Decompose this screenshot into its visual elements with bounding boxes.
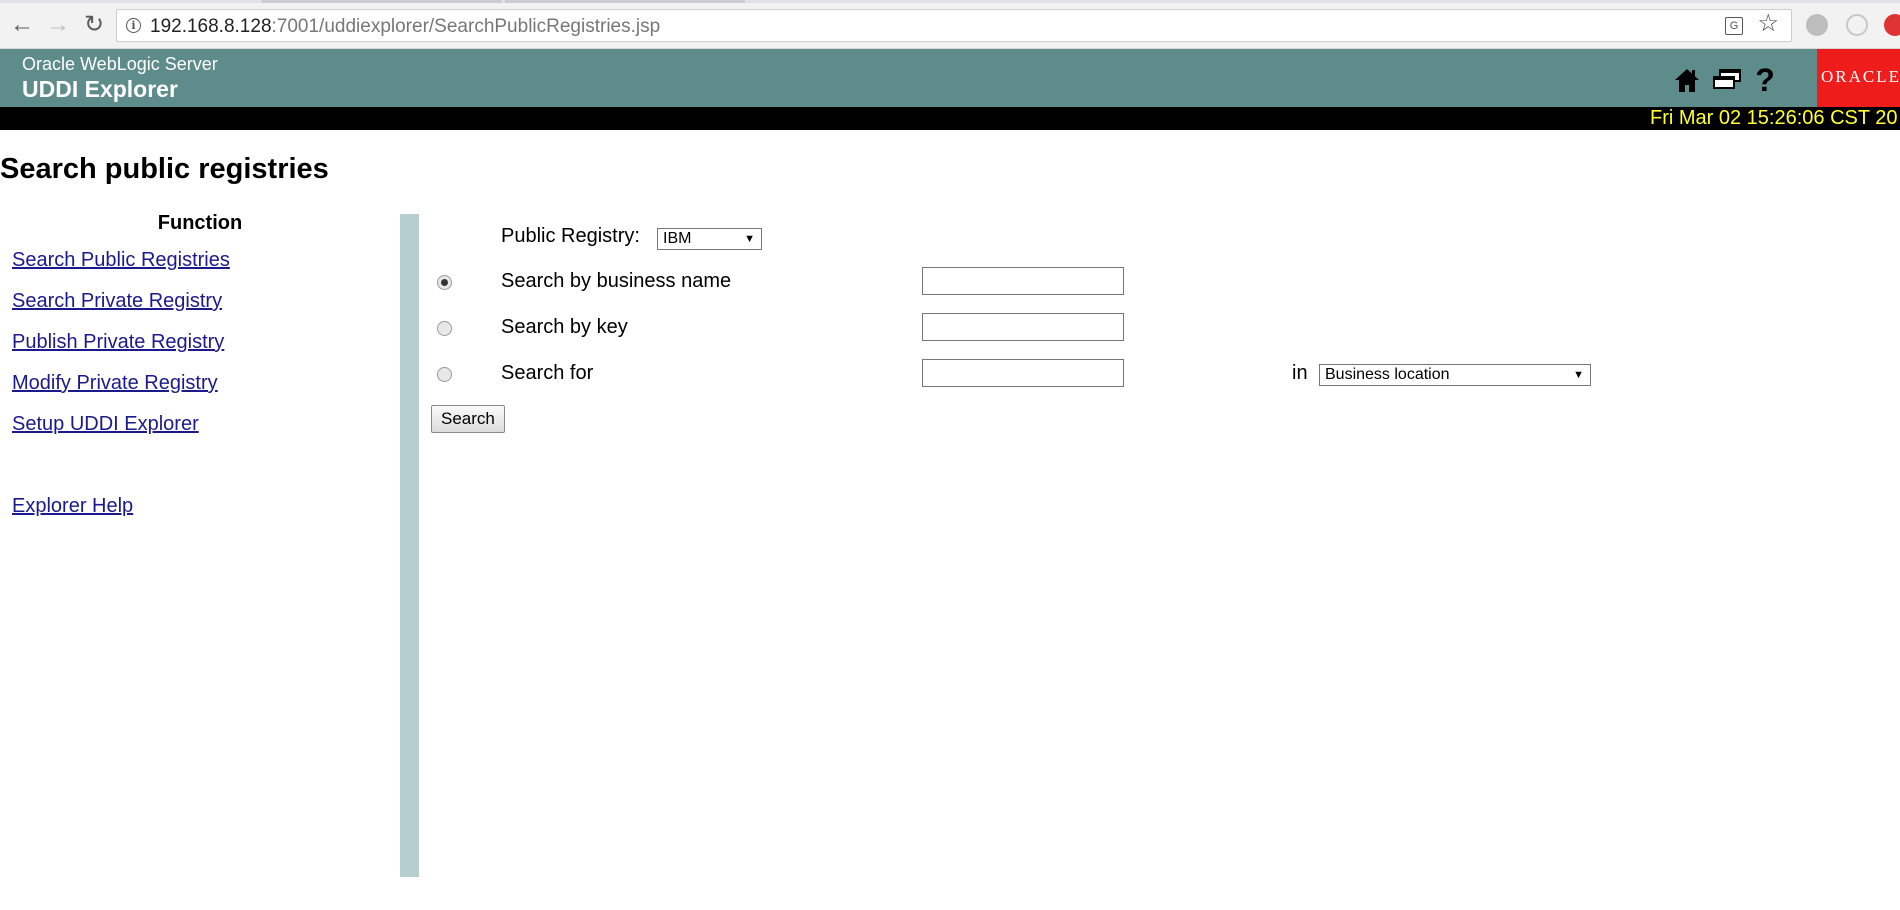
page-title: Search public registries [0, 153, 329, 185]
address-bar[interactable]: i 192.168.8.128:7001/uddiexplorer/Search… [116, 9, 1792, 42]
extension-globe-icon[interactable] [1806, 14, 1828, 36]
help-icon[interactable]: ? [1748, 62, 1782, 98]
windows-icon[interactable] [1710, 63, 1744, 97]
search-in-select[interactable]: Business location ▼ [1319, 364, 1591, 386]
product-name: Oracle WebLogic Server [22, 54, 218, 74]
sidebar-link-publish-private-registry[interactable]: Publish Private Registry [12, 331, 224, 354]
browser-toolbar: ← → ↻ i 192.168.8.128:7001/uddiexplorer/… [0, 3, 1900, 49]
column-divider [400, 214, 419, 877]
app-name: UDDI Explorer [22, 76, 178, 102]
sidebar-heading: Function [157, 212, 243, 234]
star-icon[interactable]: ☆ [1757, 12, 1779, 36]
dropdown-arrow-icon: ▼ [1573, 369, 1584, 381]
option-label-business-name: Search by business name [501, 270, 732, 292]
reload-icon[interactable]: ↻ [78, 9, 110, 41]
extension-share-icon[interactable] [1846, 14, 1868, 36]
url-host: 192.168.8.128 [150, 16, 272, 37]
option-label-search-for: Search for [501, 362, 594, 384]
sidebar-link-setup-uddi-explorer[interactable]: Setup UDDI Explorer [12, 413, 199, 436]
radio-key[interactable] [437, 321, 452, 336]
option-label-key: Search by key [501, 316, 628, 338]
radio-business-name[interactable] [437, 275, 452, 290]
search-button[interactable]: Search [431, 405, 505, 433]
url-path: :7001/uddiexplorer/SearchPublicRegistrie… [271, 16, 661, 37]
sidebar-link-modify-private-registry[interactable]: Modify Private Registry [12, 372, 218, 395]
translate-icon[interactable]: G [1725, 17, 1743, 35]
sidebar-link-search-private-registry[interactable]: Search Private Registry [12, 290, 222, 313]
datetime: Fri Mar 02 15:26:06 CST 20 [1650, 107, 1898, 129]
registry-select[interactable]: IBM ▼ [657, 228, 762, 250]
sidebar-link-explorer-help[interactable]: Explorer Help [12, 495, 133, 518]
registry-label: Public Registry: [501, 225, 640, 247]
registry-select-value: IBM [663, 230, 692, 247]
radio-search-for[interactable] [437, 367, 452, 382]
back-arrow-icon[interactable]: ← [6, 9, 38, 41]
info-icon[interactable]: i [126, 18, 141, 33]
status-bar: Fri Mar 02 15:26:06 CST 20 [0, 107, 1900, 130]
app-header: Oracle WebLogic Server UDDI Explorer ? O… [0, 49, 1900, 107]
business-name-input[interactable] [922, 267, 1124, 295]
search-in-select-value: Business location [1325, 366, 1450, 383]
sidebar-link-search-public-registries[interactable]: Search Public Registries [12, 249, 230, 272]
search-for-input[interactable] [922, 359, 1124, 387]
url-text[interactable]: 192.168.8.128:7001/uddiexplorer/SearchPu… [150, 16, 660, 38]
key-input[interactable] [922, 313, 1124, 341]
oracle-logo: ORACLE [1817, 49, 1900, 107]
forward-arrow-icon[interactable]: → [42, 9, 74, 41]
dropdown-arrow-icon: ▼ [744, 233, 755, 245]
in-label: in [1292, 362, 1308, 384]
oracle-logo-text: ORACLE [1821, 67, 1900, 86]
home-icon[interactable] [1670, 63, 1704, 97]
extension-red-icon[interactable] [1884, 14, 1900, 36]
